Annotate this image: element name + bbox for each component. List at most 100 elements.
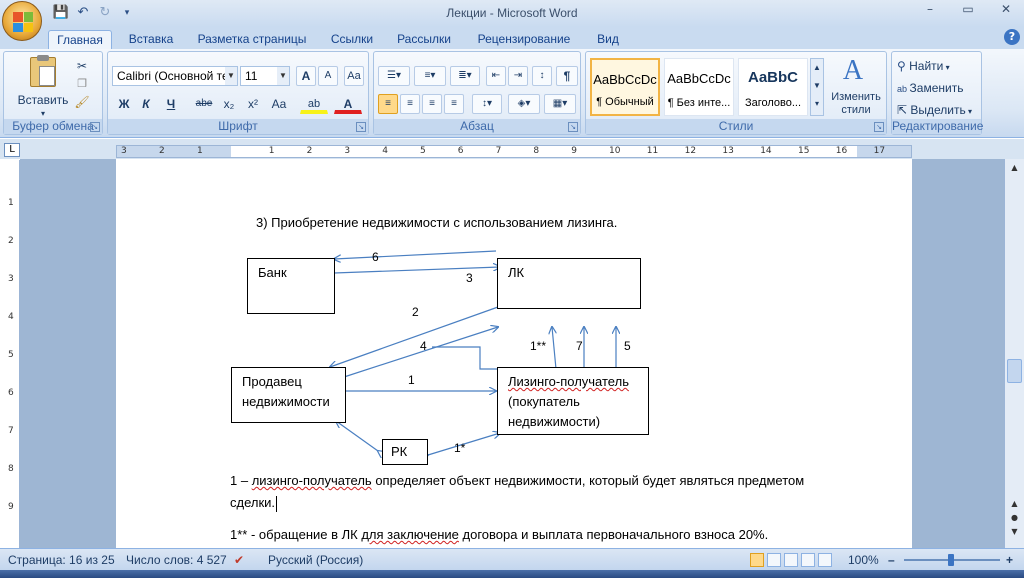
outline-icon[interactable] <box>801 553 815 567</box>
grow-font-button[interactable]: A <box>296 66 316 86</box>
zoom-in-button[interactable]: + <box>1006 553 1013 567</box>
paragraph-1-line2: сделки. <box>230 495 278 512</box>
scroll-thumb[interactable] <box>1007 359 1022 383</box>
chevron-down-icon[interactable]: ▼ <box>277 67 289 85</box>
maximize-button[interactable]: ▭ <box>956 2 980 16</box>
clipboard-launcher-icon[interactable]: ↘ <box>90 122 100 132</box>
prev-page-icon[interactable]: ▲ <box>1007 499 1022 513</box>
p2-rest: договора и выплата первоначального взнос… <box>458 527 769 542</box>
print-layout-icon[interactable] <box>750 553 764 567</box>
language-indicator[interactable]: Русский (Россия) <box>268 553 363 567</box>
change-styles-button[interactable]: Изменить стили <box>826 90 886 120</box>
scroll-up-icon[interactable]: ▲ <box>1007 163 1022 177</box>
find-button[interactable]: ⚲ Найти ▾ <box>896 56 980 76</box>
zoom-level[interactable]: 100% <box>848 553 879 567</box>
styles-launcher-icon[interactable]: ↘ <box>874 122 884 132</box>
ruler-tick-label: 16 <box>835 146 848 156</box>
font-launcher-icon[interactable]: ↘ <box>356 122 366 132</box>
draft-icon[interactable] <box>818 553 832 567</box>
strikethrough-button[interactable]: abe <box>192 94 216 114</box>
label-7: 7 <box>576 339 583 353</box>
replace-button[interactable]: ab Заменить <box>896 78 980 98</box>
status-bar: Страница: 16 из 25 Число слов: 4 527 ✔ Р… <box>0 548 1024 570</box>
italic-button[interactable]: К <box>136 94 156 114</box>
zoom-slider-thumb[interactable] <box>948 554 954 566</box>
minimize-button[interactable]: – <box>918 2 942 16</box>
document-page[interactable]: 3) Приобретение недвижимости с использов… <box>116 159 912 548</box>
multilevel-list-icon[interactable]: ≣▾ <box>450 66 480 86</box>
browse-object-icon[interactable]: ● <box>1007 513 1022 527</box>
subscript-button[interactable]: x₂ <box>218 94 240 114</box>
align-center-icon[interactable]: ≡ <box>400 94 420 114</box>
align-right-icon[interactable]: ≡ <box>422 94 442 114</box>
zoom-slider[interactable] <box>904 554 1000 566</box>
ruler-tick-label: 5 <box>420 146 426 156</box>
clear-formatting-icon[interactable]: Aa <box>344 66 364 86</box>
paragraph-launcher-icon[interactable]: ↘ <box>568 122 578 132</box>
line-spacing-icon[interactable]: ↕▾ <box>472 94 502 114</box>
style-no-spacing[interactable]: AaBbCcDc ¶ Без инте... <box>664 58 734 116</box>
superscript-button[interactable]: x² <box>242 94 264 114</box>
vruler-tick-label: 2 <box>8 236 14 246</box>
highlight-icon[interactable]: ab <box>300 94 328 114</box>
bank-box: Банк <box>247 258 335 314</box>
tab-review[interactable]: Рецензирование <box>468 30 580 49</box>
full-screen-icon[interactable] <box>767 553 781 567</box>
vertical-scrollbar[interactable]: ▲ ▲ ● ▼ <box>1004 159 1024 548</box>
cut-icon[interactable]: ✂ <box>72 56 92 74</box>
style-normal[interactable]: AaBbCcDc ¶ Обычный <box>590 58 660 116</box>
help-icon[interactable]: ? <box>1004 29 1020 45</box>
select-button[interactable]: ⇱ Выделить ▾ <box>896 100 980 120</box>
office-button[interactable] <box>2 1 42 41</box>
bold-button[interactable]: Ж <box>114 94 134 114</box>
page-indicator[interactable]: Страница: 16 из 25 <box>8 553 115 567</box>
horizontal-ruler[interactable]: 3 2 1 1 2 3 4 5 6 7 8 9 10 11 12 13 14 15 16 17 <box>116 145 912 158</box>
show-marks-button[interactable]: ¶ <box>556 66 578 86</box>
paste-button[interactable]: Вставить <box>10 92 76 108</box>
close-button[interactable]: ✕ <box>994 2 1018 16</box>
font-name-value: Calibri (Основной те <box>117 69 229 83</box>
proofing-icon[interactable]: ✔ <box>234 553 244 567</box>
borders-icon[interactable]: ▦▾ <box>544 94 576 114</box>
p2-prefix: 1** - обращение в ЛК <box>230 527 362 542</box>
font-name-combo[interactable]: Calibri (Основной те ▼ <box>112 66 238 86</box>
tab-selector-icon[interactable]: L <box>4 143 20 157</box>
arrow-6 <box>334 250 497 259</box>
copy-icon[interactable]: ❐ <box>72 74 92 92</box>
tab-mailings[interactable]: Рассылки <box>392 30 456 49</box>
shrink-font-button[interactable]: A <box>318 66 338 86</box>
chevron-down-icon[interactable]: ▼ <box>225 67 237 85</box>
change-case-button[interactable]: Aa <box>266 94 292 114</box>
vertical-ruler[interactable]: 1 2 3 4 5 6 7 8 9 <box>4 160 20 548</box>
font-color-icon[interactable]: A <box>334 94 362 114</box>
style-heading[interactable]: AaBbC Заголово... <box>738 58 808 116</box>
zoom-out-button[interactable]: – <box>888 553 895 567</box>
tab-view[interactable]: Вид <box>590 30 626 49</box>
ribbon: Вставить ▾ ✂ ❐ 🖌 Буфер обмена ↘ Calibri … <box>0 49 1024 138</box>
tab-insert[interactable]: Вставка <box>120 30 182 49</box>
font-size-combo[interactable]: 11 ▼ <box>240 66 290 86</box>
tab-references[interactable]: Ссылки <box>322 30 382 49</box>
editing-group: ⚲ Найти ▾ ab Заменить ⇱ Выделить ▾ Редак… <box>891 51 983 135</box>
format-painter-icon[interactable]: 🖌 <box>72 92 92 110</box>
numbering-icon[interactable]: ≡▾ <box>414 66 446 86</box>
bullets-icon[interactable]: ☰▾ <box>378 66 410 86</box>
decrease-indent-icon[interactable]: ⇤ <box>486 66 506 86</box>
tab-home[interactable]: Главная <box>48 30 112 49</box>
web-layout-icon[interactable] <box>784 553 798 567</box>
increase-indent-icon[interactable]: ⇥ <box>508 66 528 86</box>
shading-icon[interactable]: ◈▾ <box>508 94 540 114</box>
word-count[interactable]: Число слов: 4 527 <box>126 553 227 567</box>
tab-page-layout[interactable]: Разметка страницы <box>192 30 312 49</box>
vruler-tick-label: 6 <box>8 388 14 398</box>
align-left-icon[interactable]: ≡ <box>378 94 398 114</box>
next-page-icon[interactable]: ▼ <box>1007 527 1022 541</box>
sort-icon[interactable]: ↕ <box>532 66 552 86</box>
underline-button[interactable]: Ч <box>158 94 184 114</box>
styles-scroll-icon[interactable]: ▲ ▼ ▾ <box>810 58 824 116</box>
justify-icon[interactable]: ≡ <box>444 94 464 114</box>
ruler-tick-label: 2 <box>159 146 165 156</box>
paragraph-group: ☰▾ ≡▾ ≣▾ ⇤ ⇥ ↕ ¶ ≡ ≡ ≡ ≡ ↕▾ ◈▾ ▦▾ Абзац … <box>373 51 581 135</box>
lk-box: ЛК <box>497 258 641 309</box>
paragraph-1-line1: 1 – лизинго-получатель определяет объект… <box>230 473 804 488</box>
